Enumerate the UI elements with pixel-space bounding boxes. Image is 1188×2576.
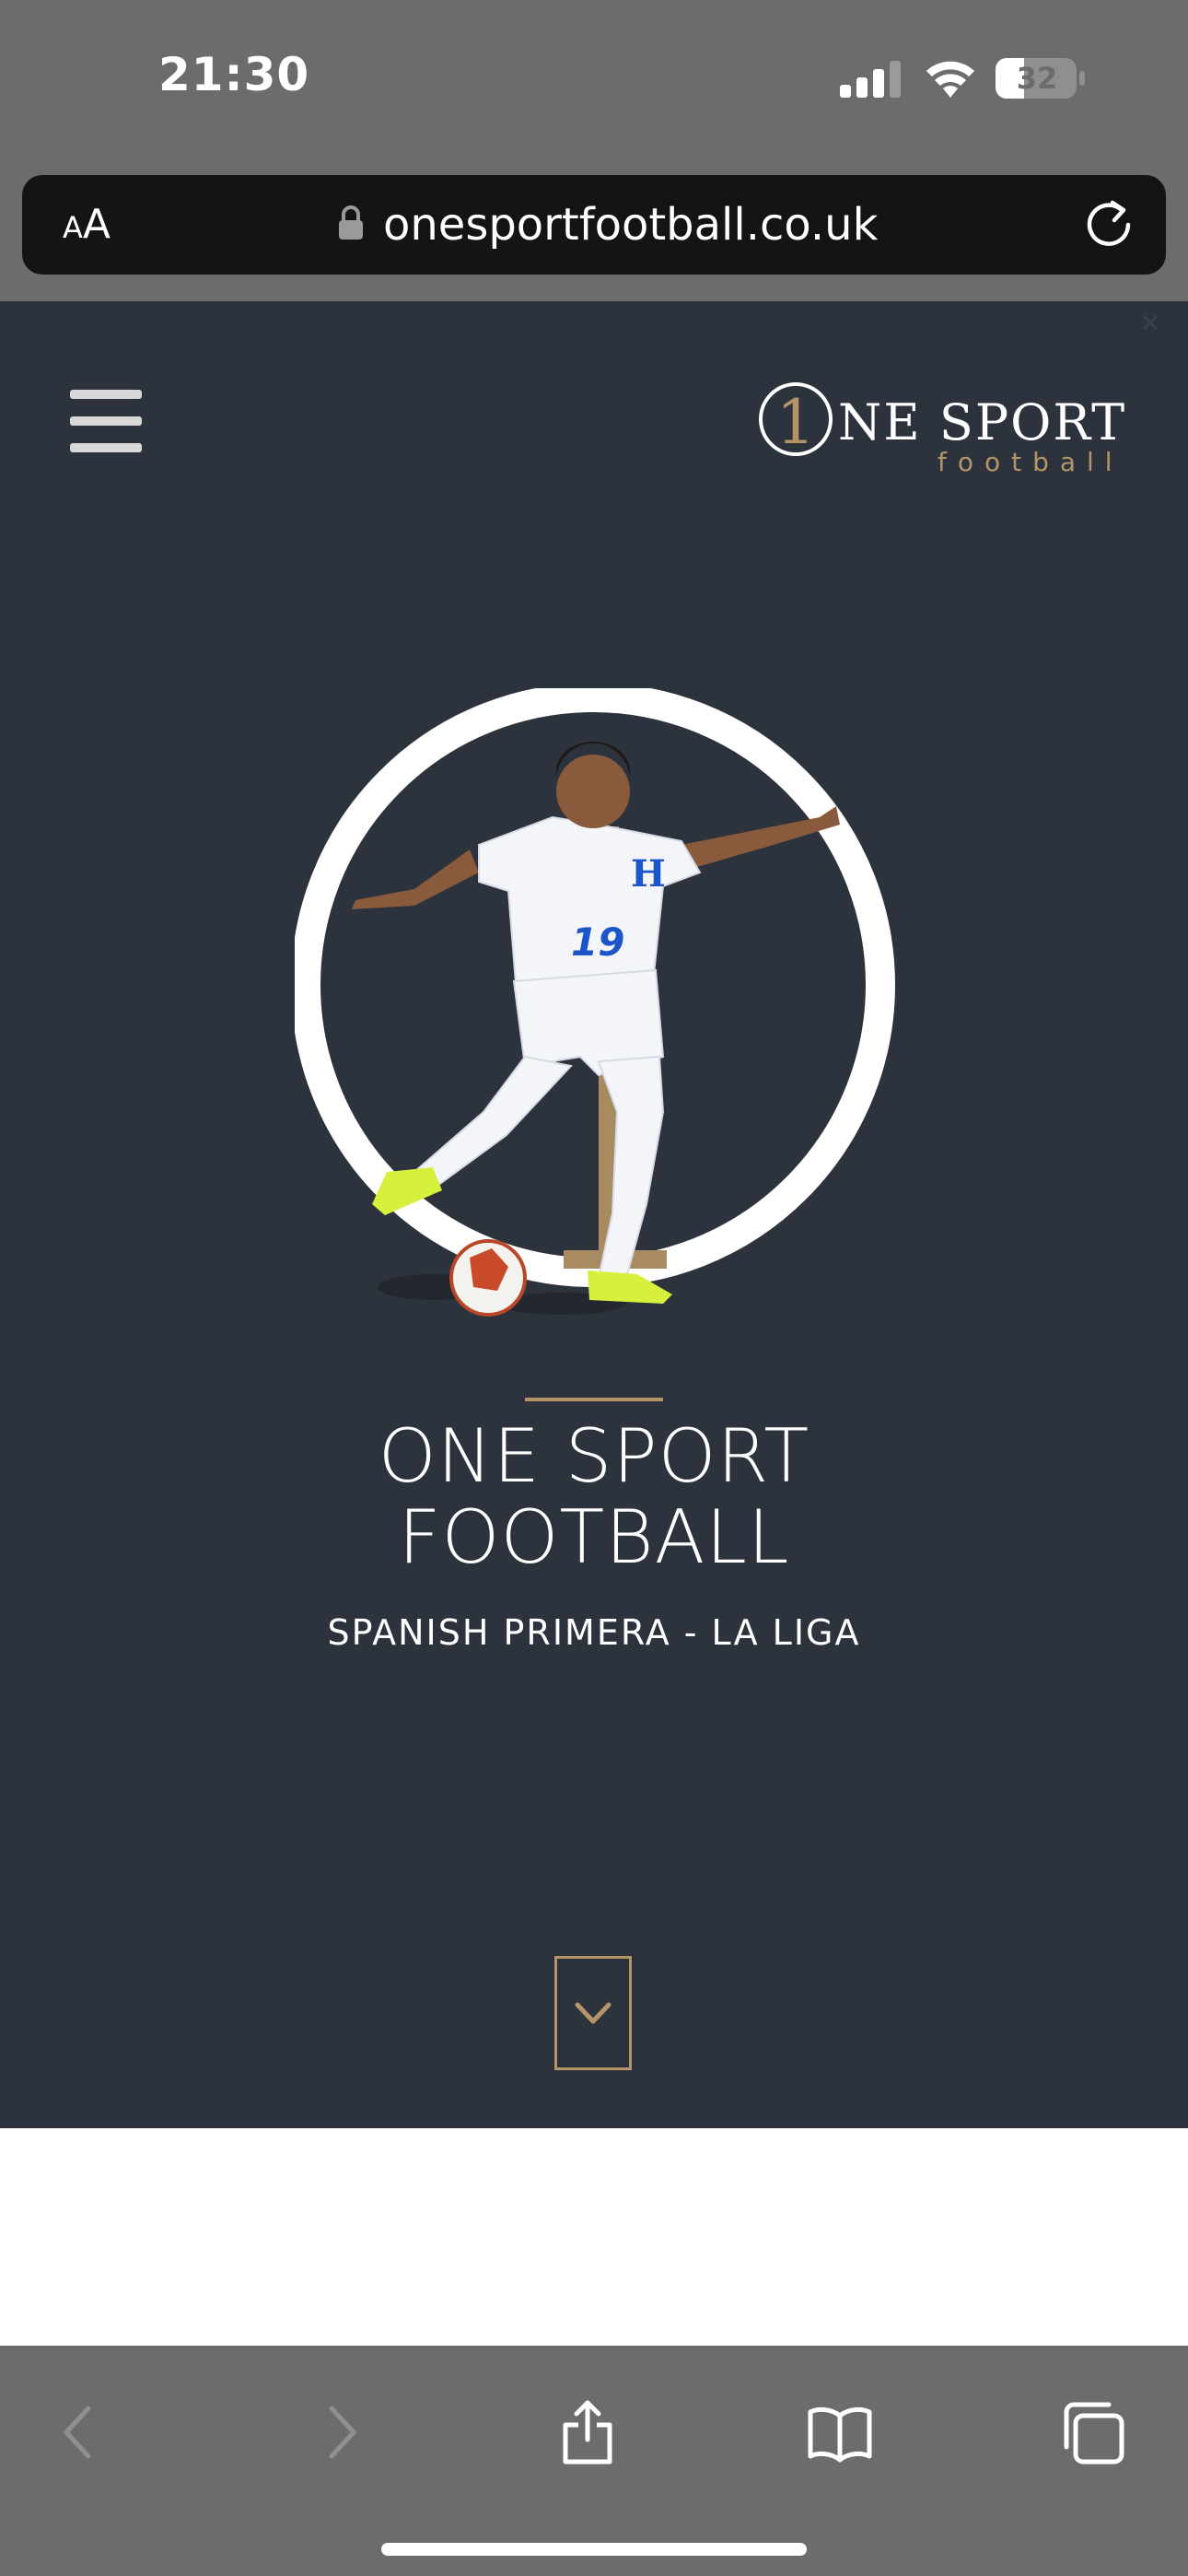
cellular-signal-icon <box>840 61 901 98</box>
chevron-down-icon <box>575 2002 611 2024</box>
text-size-small-letter: A <box>63 210 83 245</box>
site-logo[interactable]: 1 NE SPORT football <box>757 379 1125 480</box>
close-icon[interactable] <box>1136 309 1164 336</box>
player-head <box>556 755 630 828</box>
phone-screen: 21:30 32 AA onesportfootball.co.uk 1 NE … <box>0 0 1188 2576</box>
wifi-icon <box>926 61 974 98</box>
player-left-leg <box>413 1055 573 1192</box>
url-text[interactable]: onesportfootball.co.uk <box>383 197 878 252</box>
logo-word-top: NE SPORT <box>838 393 1125 451</box>
tabs-icon[interactable] <box>1059 2397 1129 2467</box>
bookmarks-icon[interactable] <box>805 2397 875 2467</box>
reload-icon[interactable] <box>1079 195 1138 254</box>
logo-word-bottom: football <box>938 447 1124 477</box>
page-title-line-1: ONE SPORT <box>378 1413 810 1499</box>
jersey-letter: H <box>631 852 666 896</box>
title-divider <box>525 1398 663 1401</box>
page-subtitle: SPANISH PRIMERA - LA LIGA <box>327 1612 861 1653</box>
status-time: 21:30 <box>158 48 310 101</box>
home-indicator[interactable] <box>381 2543 807 2556</box>
share-icon[interactable] <box>553 2397 623 2467</box>
page-title: ONE SPORT FOOTBALL <box>0 1416 1188 1578</box>
browser-top-chrome: 21:30 32 AA onesportfootball.co.uk <box>0 0 1188 301</box>
forward-icon[interactable] <box>304 2397 374 2467</box>
website-page: 1 NE SPORT football 19 H ONE SPORT FOOTB… <box>0 301 1188 2128</box>
back-icon[interactable] <box>46 2397 116 2467</box>
hamburger-menu-icon[interactable] <box>70 390 142 452</box>
battery-percentage: 32 <box>1016 61 1058 96</box>
text-size-large-letter: A <box>82 201 111 248</box>
page-content-area <box>0 2128 1188 2346</box>
hero-player-illustration: 19 H <box>295 688 895 1317</box>
browser-bottom-toolbar <box>0 2346 1188 2576</box>
lock-icon <box>339 205 363 240</box>
player-left-arm <box>352 849 479 909</box>
address-bar[interactable]: AA onesportfootball.co.uk <box>22 175 1166 275</box>
text-size-button[interactable]: AA <box>63 201 111 252</box>
page-title-line-2: FOOTBALL <box>398 1494 790 1580</box>
jersey-number: 19 <box>571 919 624 965</box>
logo-numeral: 1 <box>776 387 815 458</box>
scroll-down-button[interactable] <box>554 1956 632 2070</box>
